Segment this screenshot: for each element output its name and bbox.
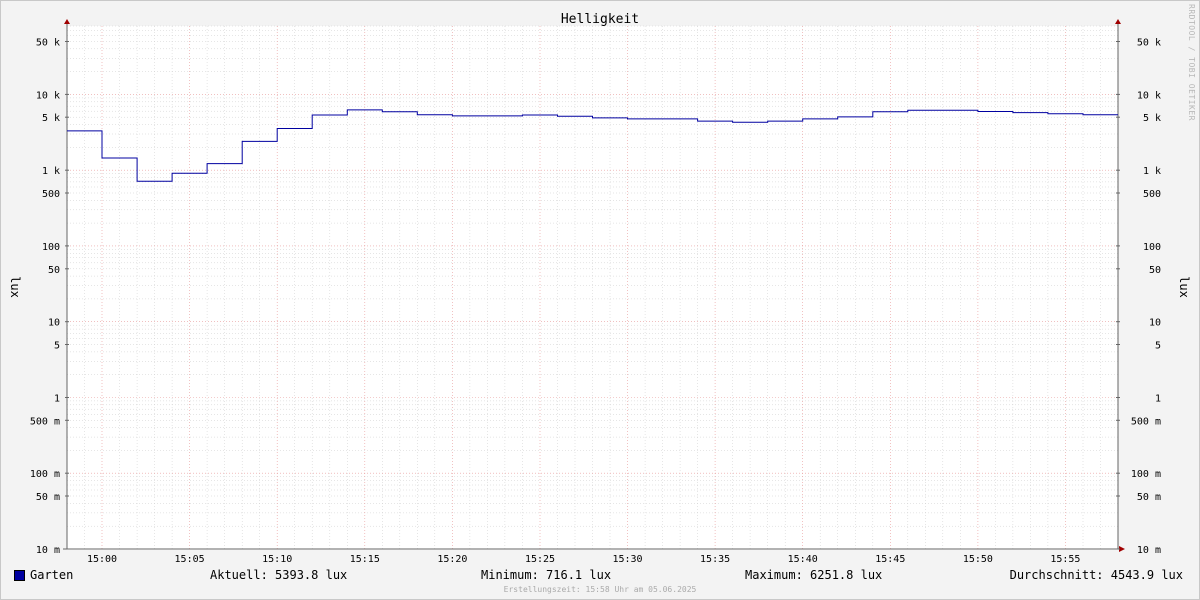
x-tick-label: 15:35	[700, 554, 730, 565]
y-tick-label-right: 1	[1155, 394, 1161, 405]
legend: Garten Aktuell: 5393.8 lux Minimum: 716.…	[0, 568, 1200, 584]
y-tick-label-left: 50 k	[36, 38, 60, 49]
legend-series-name: Garten	[30, 568, 74, 582]
y-axis-label-left: lux	[8, 276, 22, 298]
x-tick-label: 15:45	[875, 554, 905, 565]
x-tick-label: 15:55	[1050, 554, 1080, 565]
y-tick-label-left: 100	[42, 242, 60, 253]
y-tick-label-left: 1 k	[42, 166, 60, 177]
y-tick-label-right: 500	[1143, 189, 1161, 200]
x-tick-label: 15:50	[963, 554, 993, 565]
y-tick-label-right: 5 k	[1143, 113, 1161, 124]
y-tick-label-left: 500	[42, 189, 60, 200]
y-tick-labels-left: 10 m 50 m 100 m 500 m 1 5 10 50 100 500 1 k 5 k 10 k…	[30, 38, 60, 557]
legend-average: Durchschnitt: 4543.9 lux	[1009, 568, 1183, 582]
y-tick-label-right: 10	[1149, 318, 1161, 329]
y-tick-label-right: 5	[1155, 341, 1161, 352]
y-tick-label-left: 50 m	[36, 492, 60, 503]
y-tick-label-left: 10	[48, 318, 60, 329]
y-tick-label-right: 1 k	[1143, 166, 1161, 177]
y-tick-label-left: 1	[54, 394, 60, 405]
brightness-chart: 10 m 50 m 100 m 500 m 1 5 10 50 100 500 1 k 5 k 10 k…	[8, 12, 1191, 565]
y-tick-label-right: 50 m	[1137, 492, 1161, 503]
creation-time: Erstellungszeit: 15:58 Uhr am 05.06.2025	[503, 585, 697, 594]
y-tick-labels-right: 10 m 50 m 100 m 500 m 1 5 10 50 100 500 1 k 5 k 10 k…	[1131, 38, 1161, 557]
x-tick-label: 15:10	[262, 554, 292, 565]
y-axis-label-right: lux	[1177, 276, 1191, 298]
x-tick-label: 15:40	[788, 554, 818, 565]
y-tick-label-left: 5	[54, 341, 60, 352]
y-tick-label-left: 500 m	[30, 416, 60, 427]
x-tick-label: 15:15	[350, 554, 380, 565]
y-tick-label-left: 10 k	[36, 90, 60, 101]
rrdtool-watermark: RRDTOOL / TOBI OETIKER	[1187, 4, 1196, 121]
y-tick-label-right: 500 m	[1131, 416, 1161, 427]
x-tick-label: 15:30	[612, 554, 642, 565]
x-tick-label: 15:25	[525, 554, 555, 565]
x-tick-labels: 15:00 15:05 15:10 15:15 15:20 15:25 15:30 15:35…	[87, 554, 1081, 565]
y-tick-label-right: 100 m	[1131, 469, 1161, 480]
y-tick-label-right: 10 k	[1137, 90, 1161, 101]
x-tick-label: 15:05	[175, 554, 205, 565]
legend-maximum: Maximum: 6251.8 lux	[745, 568, 883, 582]
y-tick-label-left: 50	[48, 265, 60, 276]
y-axis-left-arrow	[64, 19, 70, 24]
y-tick-label-right: 50	[1149, 265, 1161, 276]
y-tick-label-right: 50 k	[1137, 38, 1161, 49]
legend-minimum: Minimum: 716.1 lux	[481, 568, 612, 582]
chart-title: Helligkeit	[561, 12, 639, 27]
y-tick-label-right: 10 m	[1137, 545, 1161, 556]
y-tick-label-left: 5 k	[42, 113, 60, 124]
legend-current: Aktuell: 5393.8 lux	[210, 568, 348, 582]
x-tick-label: 15:00	[87, 554, 117, 565]
y-tick-label-left: 100 m	[30, 469, 60, 480]
y-tick-label-left: 10 m	[36, 545, 60, 556]
y-tick-label-right: 100	[1143, 242, 1161, 253]
x-tick-label: 15:20	[437, 554, 467, 565]
y-axis-right-arrow	[1115, 19, 1121, 24]
minor-grid	[66, 25, 1119, 549]
